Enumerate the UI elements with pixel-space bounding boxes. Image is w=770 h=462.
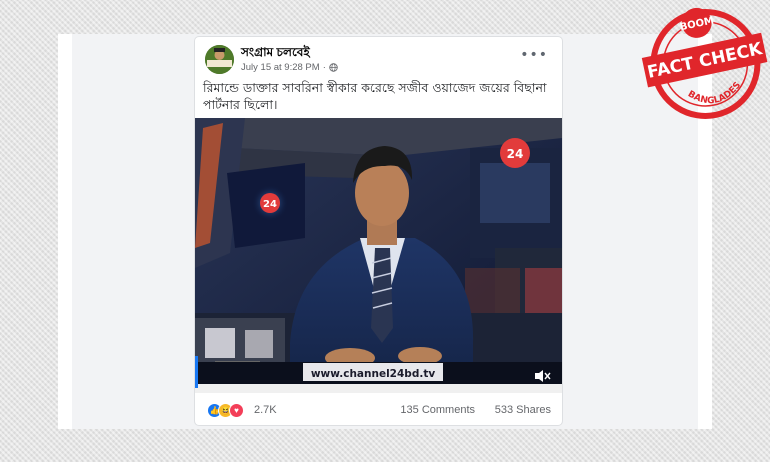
post-timestamp[interactable]: July 15 at 9:28 PM: [241, 62, 320, 73]
post-text: রিমান্ডে ডাক্তার সাবরিনা স্বীকার করেছে স…: [203, 80, 547, 112]
globe-icon: [329, 63, 338, 72]
dot-separator: ·: [322, 62, 326, 73]
love-icon: ♥: [229, 403, 244, 418]
fact-check-stamp: BOOM FACT CHECK BANGLADESH: [640, 0, 768, 120]
reaction-count[interactable]: 2.7K: [254, 404, 277, 416]
shares-count[interactable]: 533 Shares: [495, 404, 551, 416]
comments-count[interactable]: 135 Comments: [400, 404, 475, 416]
more-options-button[interactable]: •••: [520, 48, 548, 62]
page-name[interactable]: সংগ্রাম চলবেই: [241, 44, 310, 64]
channel-logo: 24: [507, 147, 524, 161]
reaction-icons[interactable]: 👍 😆 ♥: [207, 403, 244, 418]
page-avatar[interactable]: [205, 45, 234, 74]
post-meta: July 15 at 9:28 PM ·: [241, 62, 338, 73]
facebook-post: সংগ্রাম চলবেই July 15 at 9:28 PM · ••• র…: [195, 37, 562, 425]
news-video-frame: 24 24 www.channel24bd.tv: [195, 118, 562, 393]
left-screen-logo: 24: [263, 199, 277, 210]
ticker-url: www.channel24bd.tv: [311, 368, 436, 380]
video-player[interactable]: 24 24 www.channel24bd.tv: [195, 118, 562, 393]
accent-bar: [195, 356, 198, 388]
post-footer: 👍 😆 ♥ 2.7K 135 Comments 533 Shares: [195, 393, 562, 425]
